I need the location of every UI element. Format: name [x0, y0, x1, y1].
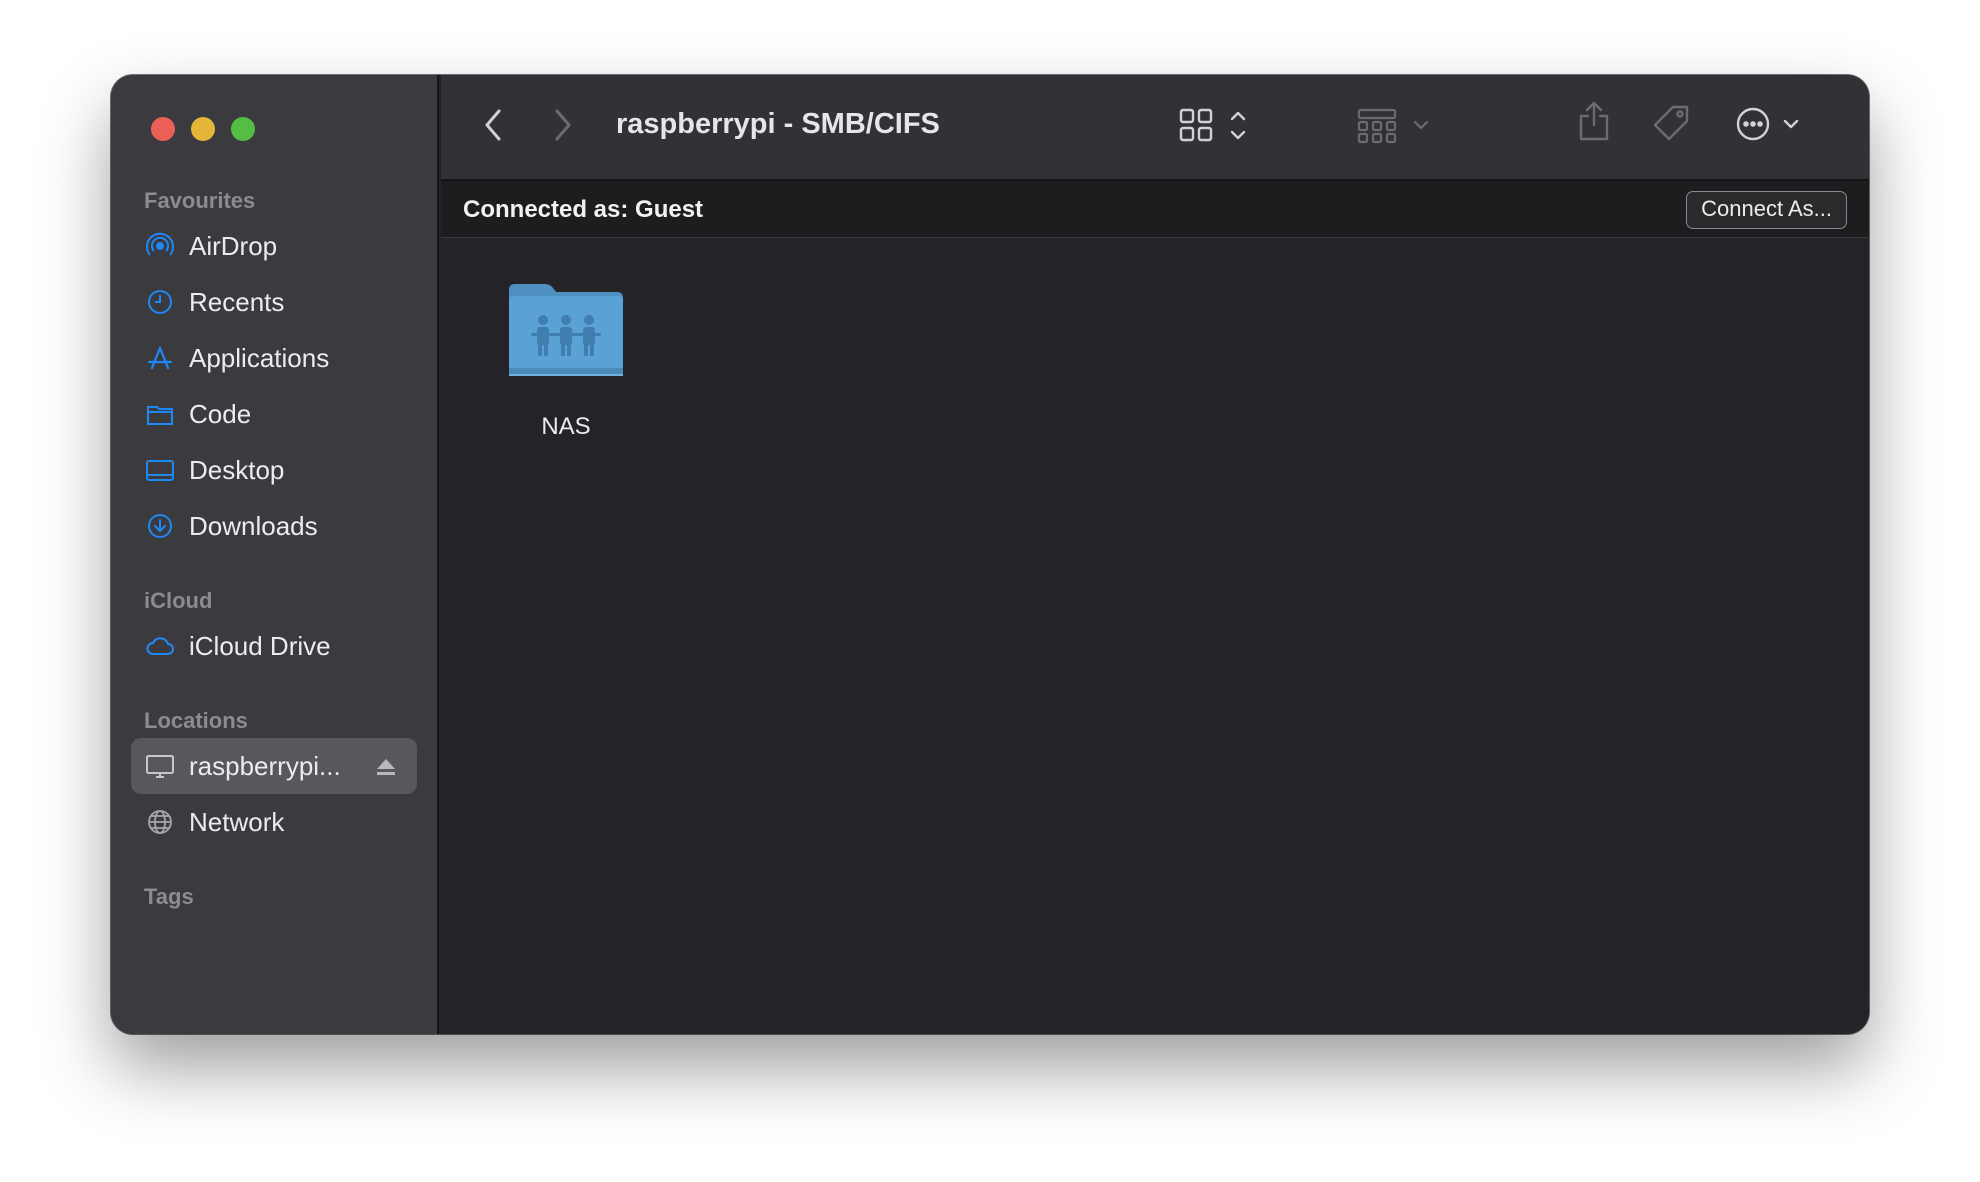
computer-icon: [145, 751, 175, 781]
sidebar-item-label: AirDrop: [189, 230, 278, 261]
section-title-icloud: iCloud: [144, 588, 213, 613]
sidebar-item-label: Network: [189, 806, 285, 837]
sidebar-item-label: Recents: [189, 286, 285, 317]
sidebar-item-label: Downloads: [189, 510, 318, 541]
download-icon: [145, 511, 175, 541]
shared-folder-icon: [501, 278, 631, 387]
sidebar-item-label: Desktop: [189, 454, 285, 485]
section-title-locations: Locations: [144, 708, 248, 733]
clock-icon: [145, 287, 175, 317]
sidebar-item-downloads[interactable]: Downloads: [131, 498, 417, 554]
connection-status: Connected as: Guest: [463, 196, 704, 223]
sidebar-item-label: Code: [189, 398, 252, 429]
sidebar-item-code[interactable]: Code: [131, 386, 417, 442]
section-title-favourites: Favourites: [144, 188, 256, 213]
section-title-tags: Tags: [144, 884, 194, 909]
sidebar-item-label: Applications: [189, 342, 330, 373]
sidebar-item-desktop[interactable]: Desktop: [131, 442, 417, 498]
applications-icon: [145, 343, 175, 373]
connection-bar: Connected as: Guest Connect As...: [441, 181, 1869, 238]
sidebar-item-applications[interactable]: Applications: [131, 330, 417, 386]
sidebar: Favourites AirDrop Recents Applications …: [111, 75, 439, 1034]
close-button[interactable]: [151, 117, 175, 141]
file-name: NAS: [541, 413, 591, 440]
sidebar-item-network[interactable]: Network: [131, 794, 417, 850]
desktop-icon: [145, 455, 175, 485]
window-title: raspberrypi - SMB/CIFS: [616, 108, 940, 140]
window-controls: [151, 117, 255, 141]
sidebar-item-raspberrypi[interactable]: raspberrypi...: [131, 738, 417, 794]
group-by-button[interactable]: [1357, 108, 1433, 144]
sidebar-item-label: iCloud Drive: [189, 630, 331, 661]
file-item[interactable]: NAS: [501, 278, 631, 441]
airdrop-icon: [145, 231, 175, 261]
forward-button[interactable]: [553, 107, 573, 143]
eject-icon[interactable]: [375, 754, 397, 776]
zoom-button[interactable]: [231, 117, 255, 141]
globe-icon: [145, 807, 175, 837]
back-button[interactable]: [483, 107, 503, 143]
share-button[interactable]: [1577, 99, 1611, 143]
cloud-icon: [145, 631, 175, 661]
file-browser: NAS: [441, 238, 1869, 1034]
sidebar-item-recents[interactable]: Recents: [131, 274, 417, 330]
more-actions-button[interactable]: [1735, 105, 1807, 143]
toolbar: raspberrypi - SMB/CIFS: [441, 75, 1869, 181]
tag-button[interactable]: [1651, 103, 1691, 143]
minimize-button[interactable]: [191, 117, 215, 141]
view-mode-button[interactable]: [1179, 108, 1251, 144]
connect-as-button[interactable]: Connect As...: [1686, 191, 1847, 229]
sidebar-item-label: raspberrypi...: [189, 750, 341, 781]
folder-icon: [145, 399, 175, 429]
sidebar-item-icloud-drive[interactable]: iCloud Drive: [131, 618, 417, 674]
sidebar-item-airdrop[interactable]: AirDrop: [131, 218, 417, 274]
finder-window: Favourites AirDrop Recents Applications …: [111, 75, 1869, 1034]
